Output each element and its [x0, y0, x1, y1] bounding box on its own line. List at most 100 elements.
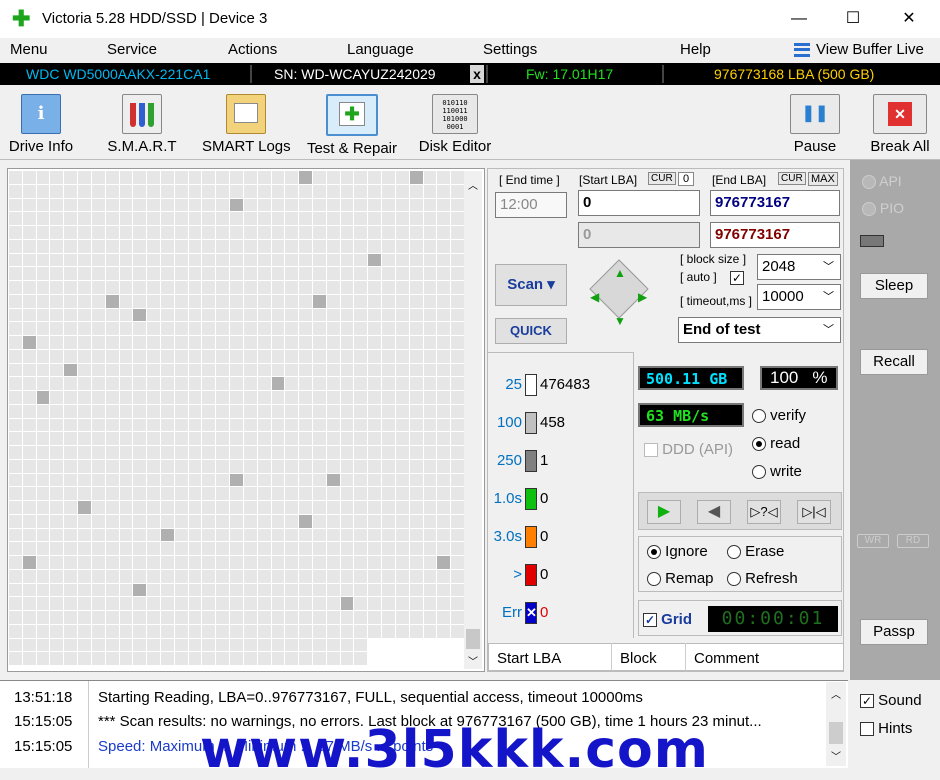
option-erase[interactable]: Erase: [727, 543, 784, 560]
smart-logs-button[interactable]: SMART Logs: [202, 90, 291, 156]
option-refresh[interactable]: Refresh: [727, 570, 798, 587]
menu-item-service[interactable]: Service: [107, 41, 157, 58]
option-remap[interactable]: Remap: [647, 570, 714, 587]
play-forward-icon[interactable]: ▶: [647, 500, 681, 524]
block-cell: [50, 253, 64, 267]
passp-button[interactable]: Passp: [860, 619, 928, 645]
start-cur-button[interactable]: CUR: [648, 172, 676, 185]
block-cell: [354, 377, 368, 390]
test-repair-button[interactable]: ✚ Test & Repair: [304, 90, 400, 157]
log-scrollbar[interactable]: ︿ ﹀: [826, 682, 846, 766]
end-lba-secondary[interactable]: 976773167: [710, 222, 840, 248]
auto-checkbox[interactable]: ✓: [730, 271, 744, 285]
block-cell: [354, 322, 368, 335]
block-cell: [9, 308, 22, 322]
recall-button[interactable]: Recall: [860, 349, 928, 375]
block-cell: [368, 611, 382, 624]
col-comment[interactable]: Comment: [694, 650, 759, 667]
break-all-button[interactable]: ✕ Break All: [866, 90, 934, 156]
block-cell: [50, 322, 64, 335]
skip-to-end-icon[interactable]: ▷|◁: [797, 500, 831, 524]
grid-checkbox[interactable]: ✓ Grid: [643, 611, 692, 628]
col-start-lba[interactable]: Start LBA: [497, 650, 561, 667]
mode-read[interactable]: read: [752, 435, 800, 452]
block-cell: [174, 638, 188, 652]
block-cell: [9, 336, 22, 349]
block-cell: [382, 514, 395, 528]
block-cell: [50, 336, 64, 349]
block-cell: [119, 377, 133, 390]
block-cell: [451, 308, 464, 322]
col-block[interactable]: Block: [620, 650, 657, 667]
end-time-input[interactable]: 12:00: [495, 192, 567, 218]
block-cell: [451, 198, 464, 212]
close-drive-button[interactable]: x: [470, 65, 484, 83]
block-cell: [299, 322, 312, 335]
block-cell: [451, 459, 464, 473]
menu-item-language[interactable]: Language: [347, 41, 414, 58]
minimize-button[interactable]: —: [776, 4, 822, 34]
maximize-button[interactable]: ☐: [830, 4, 876, 34]
block-cell: [243, 336, 257, 349]
block-cell: [174, 281, 188, 294]
scan-button[interactable]: Scan ▾: [495, 264, 567, 306]
block-cell: [395, 501, 409, 514]
close-button[interactable]: ✕: [886, 4, 932, 34]
block-cell: [22, 459, 36, 473]
disk-editor-button[interactable]: 010110 110011 101000 0001 Disk Editor: [416, 90, 494, 156]
block-cell: [257, 239, 271, 253]
scroll-thumb[interactable]: [829, 722, 843, 744]
stats-list: 25 476483 100 458 250 1 1.0s 0 3.0s 0 >0 Err ✕ 0: [490, 366, 632, 632]
pause-button[interactable]: ❚❚ Pause: [784, 90, 846, 156]
arrow-left-icon[interactable]: ◀: [590, 290, 599, 304]
end-of-test-select[interactable]: End of test ﹀: [678, 317, 841, 343]
block-cell: [64, 322, 78, 335]
scroll-thumb[interactable]: [466, 629, 480, 649]
mode-verify[interactable]: verify: [752, 407, 806, 424]
arrow-down-icon[interactable]: ▼: [614, 314, 626, 328]
block-cell: [326, 556, 340, 569]
block-cell: [161, 226, 174, 239]
timeout-label: [ timeout,ms ]: [680, 294, 753, 308]
smart-button[interactable]: S.M.A.R.T: [104, 90, 180, 156]
block-cell: [105, 569, 119, 583]
map-scrollbar[interactable]: ︿ ﹀: [464, 171, 482, 669]
block-cell: [423, 308, 437, 322]
block-cell: [216, 281, 230, 294]
hints-checkbox[interactable]: Hints: [860, 720, 912, 737]
quick-button[interactable]: QUICK: [495, 318, 567, 344]
sound-checkbox[interactable]: ✓ Sound: [860, 692, 922, 709]
scroll-up-icon[interactable]: ︿: [464, 177, 482, 192]
end-lba-input[interactable]: 976773167: [710, 190, 840, 216]
start-lba-input[interactable]: 0: [578, 190, 700, 216]
arrow-up-icon[interactable]: ▲: [614, 266, 626, 280]
block-cell: [243, 267, 257, 280]
block-cell: [133, 322, 147, 335]
block-cell: [437, 638, 451, 652]
scroll-up-icon[interactable]: ︿: [826, 686, 846, 701]
end-cur-button[interactable]: CUR: [778, 172, 806, 185]
block-cell: [230, 308, 243, 322]
block-size-select[interactable]: 2048 ﹀: [757, 254, 841, 280]
menu-item-actions[interactable]: Actions: [228, 41, 277, 58]
end-max-button[interactable]: MAX: [808, 172, 838, 186]
block-cell: [230, 171, 243, 184]
scroll-down-icon[interactable]: ﹀: [826, 748, 846, 763]
drive-info-button[interactable]: i Drive Info: [6, 90, 76, 156]
option-ignore[interactable]: Ignore: [647, 543, 708, 560]
menu-item-settings[interactable]: Settings: [483, 41, 537, 58]
menu-item-menu[interactable]: Menu: [10, 41, 48, 58]
menu-item-help[interactable]: Help: [680, 41, 711, 58]
sleep-button[interactable]: Sleep: [860, 273, 928, 299]
scroll-down-icon[interactable]: ﹀: [464, 653, 482, 668]
view-buffer-live[interactable]: View Buffer Live: [816, 41, 924, 58]
mode-write[interactable]: write: [752, 463, 802, 480]
arrow-right-icon[interactable]: ▶: [638, 290, 647, 304]
play-backward-icon[interactable]: ◀: [697, 500, 731, 524]
block-cell: [188, 198, 202, 212]
timeout-select[interactable]: 10000 ﹀: [757, 284, 841, 310]
block-cell: [299, 638, 312, 652]
skip-unknown-icon[interactable]: ▷?◁: [747, 500, 781, 524]
block-cell: [257, 377, 271, 390]
block-cell: [78, 281, 91, 294]
